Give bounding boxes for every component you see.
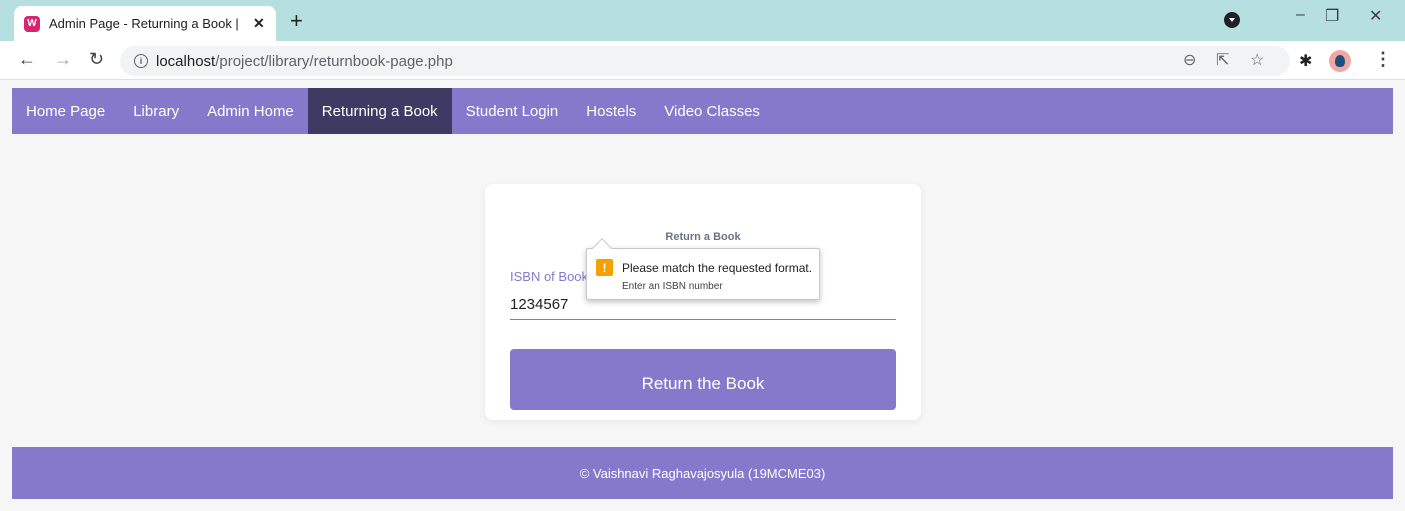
- browser-toolbar: ← → ↻ i localhost/project/library/return…: [0, 41, 1405, 80]
- window-close-button[interactable]: ✕: [1369, 6, 1382, 26]
- site-info-icon[interactable]: i: [134, 54, 148, 68]
- return-book-card: Return a Book ISBN of Book Return the Bo…: [485, 184, 921, 420]
- nav-video-classes[interactable]: Video Classes: [650, 88, 774, 134]
- menu-icon[interactable]: ⋮: [1374, 49, 1392, 70]
- validation-tooltip: ! Please match the requested format. Ent…: [586, 238, 820, 300]
- nav-library[interactable]: Library: [119, 88, 193, 134]
- reload-icon[interactable]: ↻: [89, 49, 104, 70]
- top-navigation: Home Page Library Admin Home Returning a…: [12, 88, 1393, 134]
- share-icon[interactable]: ⇱: [1216, 50, 1229, 70]
- chrome-profile-icon[interactable]: [1224, 12, 1240, 28]
- new-tab-button[interactable]: +: [290, 8, 303, 34]
- return-book-button[interactable]: Return the Book: [510, 349, 896, 410]
- tab-title: Admin Page - Returning a Book |: [49, 16, 239, 31]
- isbn-label: ISBN of Book: [510, 269, 589, 284]
- extensions-icon[interactable]: ✱: [1299, 51, 1312, 71]
- minimize-button[interactable]: –: [1296, 6, 1305, 24]
- zoom-icon[interactable]: ⊖: [1183, 50, 1196, 70]
- nav-home-page[interactable]: Home Page: [12, 88, 119, 134]
- nav-returning-a-book[interactable]: Returning a Book: [307, 88, 452, 134]
- wamp-icon: W: [24, 15, 40, 32]
- validation-message: Please match the requested format.: [622, 261, 813, 275]
- nav-admin-home[interactable]: Admin Home: [193, 88, 308, 134]
- url-text: localhost/project/library/returnbook-pag…: [156, 52, 453, 70]
- back-arrow-icon[interactable]: ←: [18, 49, 36, 70]
- restore-button[interactable]: ❐: [1325, 6, 1339, 26]
- profile-avatar[interactable]: [1329, 50, 1351, 72]
- nav-hostels[interactable]: Hostels: [572, 88, 650, 134]
- warning-icon: !: [596, 259, 613, 276]
- address-bar[interactable]: i localhost/project/library/returnbook-p…: [120, 46, 1290, 76]
- close-icon[interactable]: ✕: [253, 15, 265, 32]
- footer: © Vaishnavi Raghavajosyula (19MCME03): [12, 447, 1393, 499]
- validation-hint: Enter an ISBN number: [622, 281, 723, 292]
- browser-tab[interactable]: W Admin Page - Returning a Book | ✕: [14, 6, 276, 41]
- footer-copyright: © Vaishnavi Raghavajosyula (19MCME03): [579, 465, 826, 481]
- browser-tab-strip: W Admin Page - Returning a Book | ✕ + – …: [0, 0, 1405, 41]
- form-title: Return a Book: [665, 231, 741, 243]
- nav-student-login[interactable]: Student Login: [452, 88, 573, 134]
- forward-arrow-icon[interactable]: →: [54, 49, 72, 70]
- bookmark-star-icon[interactable]: ☆: [1250, 50, 1264, 70]
